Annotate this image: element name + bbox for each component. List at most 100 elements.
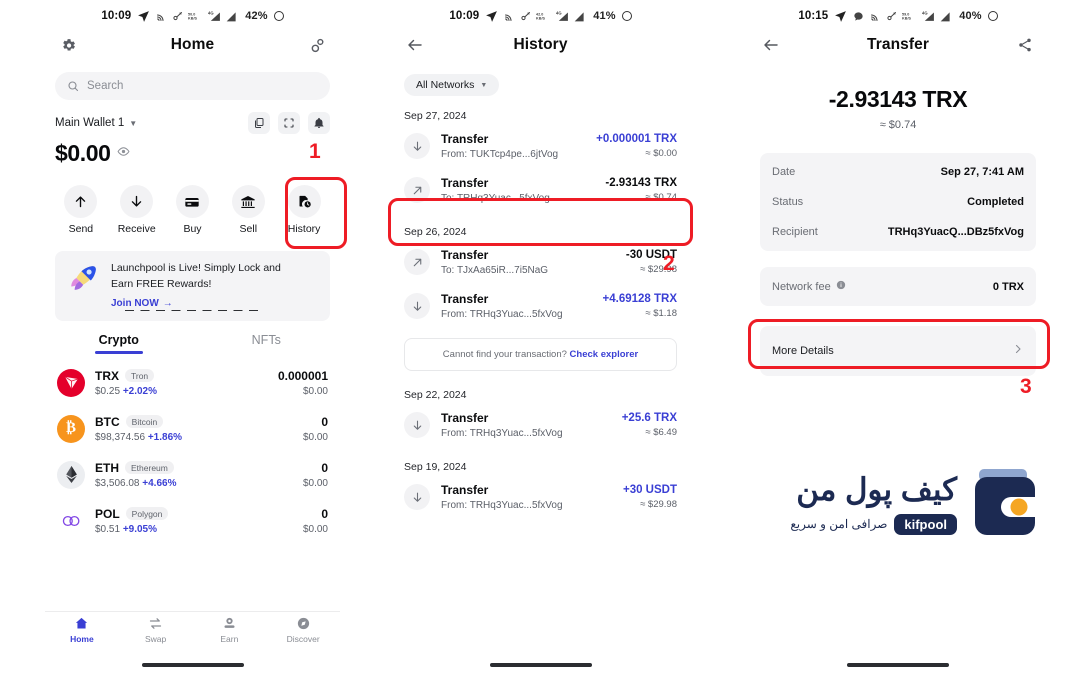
scan-qr-button[interactable] [278, 112, 300, 134]
token-symbol: BTC [95, 414, 120, 429]
back-arrow-icon[interactable] [758, 32, 784, 58]
explorer-question: Cannot find your transaction? [442, 349, 567, 360]
quick-action-label: Send [68, 223, 94, 235]
chevron-right-icon [1012, 342, 1024, 360]
svg-text:42.0: 42.0 [536, 12, 543, 16]
search-icon [68, 81, 79, 92]
token-value: $0.00 [302, 431, 328, 443]
status-bar-history: 10:09 42.0 KB/S 4G 41% [392, 0, 689, 26]
phone-screen-history: 10:09 42.0 KB/S 4G 41% History All Networ… [392, 0, 689, 675]
token-value: $0.00 [302, 477, 328, 489]
transfer-amount-usd: ≈ $0.74 [879, 119, 917, 131]
quick-action-history[interactable]: History [276, 181, 332, 239]
info-icon[interactable] [836, 280, 846, 293]
search-placeholder: Search [87, 80, 124, 92]
quick-action-buy[interactable]: Buy [165, 181, 221, 239]
promo-banner[interactable]: Launchpool is Live! Simply Lock and Earn… [55, 251, 330, 321]
token-amount: 0 [321, 506, 328, 521]
notifications-button[interactable] [308, 112, 330, 134]
explorer-link[interactable]: Check explorer [570, 349, 639, 360]
token-change: +9.05% [122, 523, 158, 535]
transaction-row[interactable]: Transfer From: TRHq3Yuac...5fxVog +30 US… [392, 475, 689, 519]
status-icons: 50.0 KB/S 4G [156, 10, 237, 22]
quick-actions-row: Send Receive Buy Sell History [53, 181, 332, 239]
token-symbol: ETH [95, 460, 119, 475]
wallet-name[interactable]: Main Wallet 1 [55, 117, 124, 129]
token-value: $0.00 [302, 523, 328, 535]
transaction-value: ≈ $0.00 [645, 148, 677, 159]
network-filter-chip[interactable]: All Networks ▼ [404, 74, 500, 96]
nav-bar-detail: Transfer [748, 26, 1048, 64]
transaction-row[interactable]: Transfer From: TRHq3Yuac...5fxVog +25.6 … [392, 403, 689, 447]
token-row[interactable]: TRX Tron $0.25 +2.02% 0.000001 $0.00 [45, 360, 340, 406]
bank-icon [231, 185, 265, 218]
quick-action-receive[interactable]: Receive [109, 181, 165, 239]
status-battery: 40% [959, 10, 982, 22]
token-value: $0.00 [302, 385, 328, 397]
transaction-address: From: TRHq3Yuac...5fxVog [441, 309, 563, 320]
token-row[interactable]: ₿ BTC Bitcoin $98,374.56 +1.86% 0 $0.00 [45, 406, 340, 452]
cast-icon [157, 14, 164, 21]
home-indicator [489, 663, 592, 667]
transaction-address: From: TRHq3Yuac...5fxVog [441, 500, 563, 511]
bottom-nav-home[interactable]: Home [45, 616, 119, 653]
transaction-row[interactable]: Transfer From: TRHq3Yuac...5fxVog +4.691… [392, 284, 689, 328]
vpn-key-icon [887, 12, 897, 21]
bottom-nav-earn[interactable]: Earn [193, 616, 267, 653]
transaction-amount: +25.6 TRX [621, 412, 677, 424]
gear-icon[interactable] [55, 32, 81, 58]
token-row[interactable]: ETH Ethereum $3,506.08 +4.66% 0 $0.00 [45, 452, 340, 498]
bottom-nav-swap[interactable]: Swap [119, 616, 193, 653]
wallet-action-buttons [248, 112, 330, 134]
link-icon[interactable] [304, 32, 330, 58]
info-row-status: Status Completed [772, 187, 1024, 217]
copy-address-button[interactable] [248, 112, 270, 134]
transaction-row[interactable]: Transfer To: TJxAa65iR...7i5NaG -30 USDT… [392, 240, 689, 284]
total-balance: $0.00 [55, 140, 111, 166]
token-change: +1.86% [147, 431, 183, 443]
eye-toggle-icon[interactable] [117, 145, 130, 163]
quick-action-label: Buy [183, 223, 202, 235]
asset-tabs: Crypto NFTs [45, 333, 340, 354]
signal-bars-1-icon: 4G [208, 11, 221, 21]
quick-action-label: Sell [239, 223, 258, 235]
token-chain: Polygon [125, 507, 169, 520]
brand-pill-label: kifpool [894, 513, 957, 535]
check-explorer-banner[interactable]: Cannot find your transaction? Check expl… [404, 338, 677, 371]
cast-icon [505, 14, 512, 21]
transaction-address: From: TUKTcp4pe...6jtVog [441, 149, 559, 160]
token-price: $98,374.56 [95, 431, 146, 443]
transaction-row[interactable]: Transfer From: TUKTcp4pe...6jtVog +0.000… [392, 124, 689, 168]
token-chain: Bitcoin [125, 415, 164, 428]
token-list: TRX Tron $0.25 +2.02% 0.000001 $0.00 ₿ B… [45, 360, 340, 544]
bottom-nav-discover[interactable]: Discover [266, 616, 340, 653]
token-symbol: TRX [95, 368, 119, 383]
chat-bubble-icon [854, 11, 863, 21]
back-arrow-icon[interactable] [402, 32, 428, 58]
svg-text:KB/S: KB/S [902, 17, 912, 21]
quick-action-send[interactable]: Send [53, 181, 109, 239]
svg-text:4G: 4G [922, 11, 928, 16]
info-value[interactable]: TRHq3YuacQ...DBz5fxVog [888, 226, 1024, 238]
token-row[interactable]: POL Polygon $0.51 +9.05% 0 $0.00 [45, 498, 340, 544]
token-amount: 0 [321, 460, 328, 475]
signal-bars-2-icon [574, 11, 584, 21]
transaction-row[interactable]: Transfer To: TRHq3Yuac...5fxVog -2.93143… [392, 168, 689, 212]
location-icon [138, 10, 150, 22]
tab-nfts[interactable]: NFTs [193, 333, 341, 354]
info-key: Status [772, 196, 804, 208]
more-details-button[interactable]: More Details [760, 326, 1036, 376]
share-icon[interactable] [1012, 32, 1038, 58]
search-input[interactable]: Search [55, 72, 330, 100]
info-row-network-fee: Network fee 0 TRX [772, 271, 1024, 302]
transaction-title: Transfer [441, 176, 489, 190]
chevron-down-icon[interactable]: ▼ [129, 119, 137, 128]
quick-action-sell[interactable]: Sell [220, 181, 276, 239]
transaction-title: Transfer [441, 132, 489, 146]
tab-crypto[interactable]: Crypto [45, 333, 193, 354]
token-price: $0.51 [95, 523, 121, 535]
network-fee-card: Network fee 0 TRX [760, 267, 1036, 306]
network-fee-value: 0 TRX [992, 280, 1024, 293]
cast-icon [871, 14, 878, 21]
wallet-selector-row: Main Wallet 1 ▼ [55, 112, 330, 134]
